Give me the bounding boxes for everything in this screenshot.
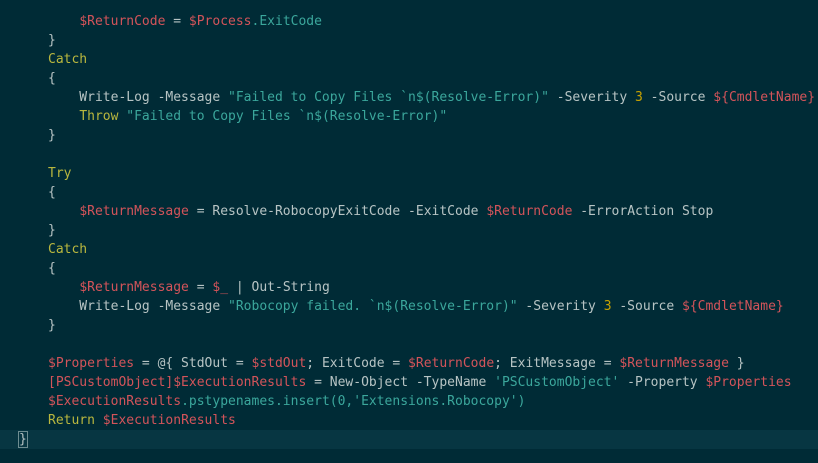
number-token: 3 xyxy=(635,90,643,105)
variable-token: $Process xyxy=(188,14,252,29)
text-token: = xyxy=(188,280,213,295)
code-line[interactable]: } xyxy=(48,316,56,335)
current-line-highlight xyxy=(0,430,818,449)
code-line[interactable]: $ReturnMessage = $_ | Out-String xyxy=(48,278,330,297)
code-line[interactable]: $ExecutionResults.pstypenames.insert(0,'… xyxy=(48,392,525,411)
code-line[interactable]: Throw "Failed to Copy Files `n$(Resolve-… xyxy=(48,107,447,126)
keyword-token: Throw xyxy=(79,109,119,124)
text-token: } xyxy=(18,431,28,448)
code-line[interactable]: } xyxy=(48,126,56,145)
text-token: { xyxy=(48,71,56,86)
variable-token: ${CmdletName} xyxy=(713,90,816,105)
text-token: { xyxy=(48,261,56,276)
code-line[interactable]: Write-Log -Message "Failed to Copy Files… xyxy=(48,88,815,107)
variable-token: $ReturnMessage xyxy=(79,280,189,295)
code-line[interactable]: Try xyxy=(48,164,71,183)
keyword-token: Catch xyxy=(48,242,88,257)
code-line[interactable]: { xyxy=(48,183,56,202)
text-token: } xyxy=(48,318,56,333)
string-token: "Robocopy failed. `n$(Resolve-Error)" xyxy=(228,299,518,314)
string-token: .ExitCode xyxy=(251,14,322,29)
code-line[interactable]: { xyxy=(48,69,56,88)
variable-token: $_ xyxy=(212,280,229,295)
code-line[interactable]: } xyxy=(18,430,28,449)
variable-token: $stdOut xyxy=(251,356,307,371)
string-token: .pstypenames.insert(0,'Extensions.Roboco… xyxy=(181,394,526,409)
code-line[interactable]: $ReturnCode = $Process.ExitCode xyxy=(48,12,322,31)
variable-token: $ReturnCode xyxy=(486,204,573,219)
text-token: } xyxy=(48,33,56,48)
text-token: -Source xyxy=(642,90,714,105)
text-token: } xyxy=(48,223,56,238)
number-token: 3 xyxy=(603,299,612,314)
text-token: } xyxy=(48,128,56,143)
text-token: ; ExitCode = xyxy=(306,356,409,371)
text-token: = @{ StdOut = xyxy=(134,356,252,371)
variable-token: $ReturnMessage xyxy=(79,204,189,219)
variable-token: $Properties xyxy=(705,375,792,390)
text-token: ; ExitMessage = xyxy=(494,356,620,371)
text-token: = New-Object -TypeName xyxy=(306,375,495,390)
code-line[interactable]: { xyxy=(48,259,56,278)
text-token: | Out-String xyxy=(228,280,330,295)
code-line[interactable]: Catch xyxy=(48,240,87,259)
code-line[interactable]: Return $ExecutionResults xyxy=(48,411,236,430)
text-token: } xyxy=(728,356,745,371)
variable-token: $ExecutionResults xyxy=(102,413,236,428)
text-token: = Resolve-RobocopyExitCode -ExitCode xyxy=(188,204,487,219)
text-token: -Property xyxy=(619,375,706,390)
string-token: "Failed to Copy Files `n$(Resolve-Error)… xyxy=(228,90,549,105)
code-line[interactable]: Write-Log -Message "Robocopy failed. `n$… xyxy=(48,297,784,316)
text-token: -Severity xyxy=(517,299,604,314)
code-line[interactable]: } xyxy=(48,221,56,240)
text-token: Write-Log -Message xyxy=(48,299,229,314)
variable-token: $ReturnMessage xyxy=(619,356,729,371)
keyword-token: Catch xyxy=(48,52,88,67)
code-line[interactable]: } xyxy=(48,31,56,50)
variable-token: $ExecutionResults xyxy=(48,394,182,409)
code-line[interactable]: Catch xyxy=(48,50,87,69)
string-token: 'PSCustomObject' xyxy=(494,375,620,390)
variable-token: $ReturnCode xyxy=(408,356,495,371)
keyword-token: Try xyxy=(48,166,72,181)
variable-token: $Properties xyxy=(48,356,135,371)
string-token: "Failed to Copy Files `n$(Resolve-Error)… xyxy=(126,109,448,124)
variable-token: ${CmdletName} xyxy=(681,299,784,314)
code-editor[interactable]: $ReturnCode = $Process.ExitCode} Catch { W… xyxy=(0,0,818,463)
text-token: Write-Log -Message xyxy=(48,90,229,105)
code-line[interactable]: $Properties = @{ StdOut = $stdOut; ExitC… xyxy=(48,354,745,373)
text-token: -ErrorAction Stop xyxy=(572,204,714,219)
text-token: -Source xyxy=(611,299,682,314)
text-token: -Severity xyxy=(548,90,636,105)
variable-token: [PSCustomObject]$ExecutionResults xyxy=(48,375,307,390)
code-line[interactable]: $ReturnMessage = Resolve-RobocopyExitCod… xyxy=(48,202,713,221)
variable-token: $ReturnCode xyxy=(79,14,166,29)
code-line[interactable]: [PSCustomObject]$ExecutionResults = New-… xyxy=(48,373,792,392)
keyword-token: Return xyxy=(48,413,95,428)
text-token: = xyxy=(165,14,189,29)
text-token: { xyxy=(48,185,56,200)
